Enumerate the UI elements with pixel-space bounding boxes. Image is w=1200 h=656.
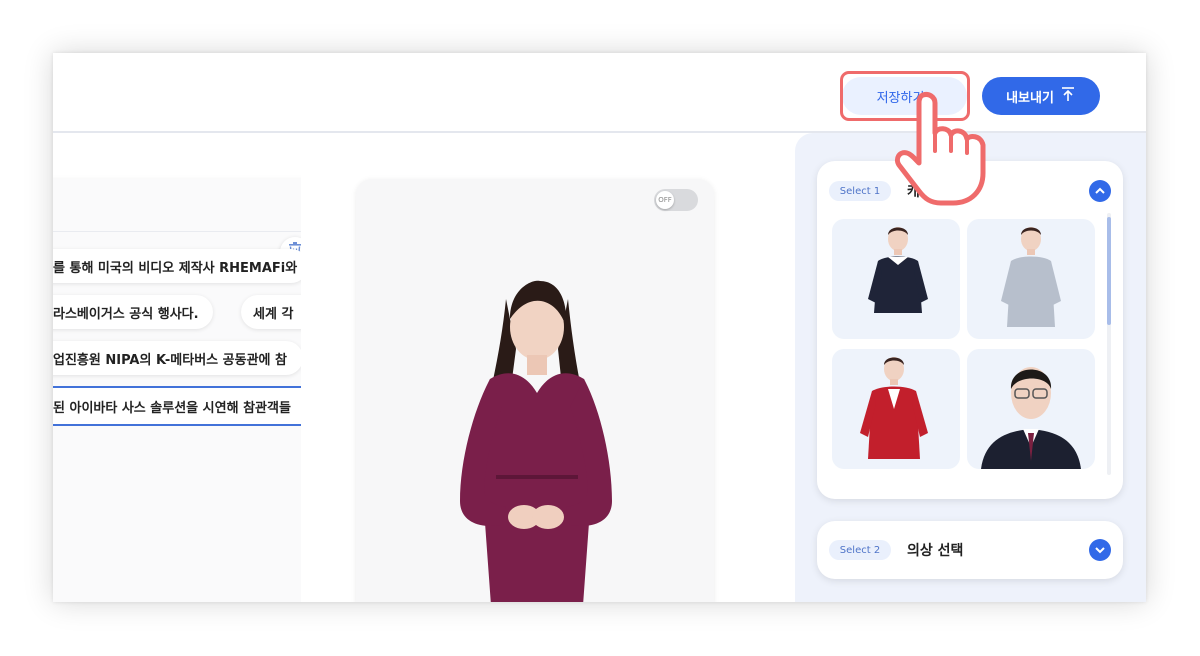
character-image [1001, 227, 1061, 327]
script-line[interactable]: 업진흥원 NIPA의 K-메타버스 공동관에 참 [53, 341, 301, 375]
collapse-button[interactable] [1089, 180, 1111, 202]
select2-badge: Select 2 [829, 540, 891, 560]
script-header-divider [53, 231, 301, 232]
character-image [868, 227, 928, 313]
select2-card[interactable]: Select 2 의상 선택 [817, 521, 1123, 579]
expand-button[interactable] [1089, 539, 1111, 561]
export-button-label: 내보내기 [1006, 90, 1054, 106]
chevron-down-icon [1094, 541, 1106, 560]
character-image [981, 367, 1081, 469]
select1-badge: Select 1 [829, 181, 891, 201]
scrollbar-thumb[interactable] [1107, 217, 1111, 325]
script-line-text: 세계 각 [253, 306, 294, 322]
character-thumb[interactable] [967, 219, 1095, 339]
script-line[interactable]: 를 통해 미국의 비디오 제작사 RHEMAFi와 [53, 249, 301, 283]
chevron-up-icon [1094, 182, 1106, 201]
character-image [860, 357, 928, 459]
script-line[interactable]: 세계 각 [241, 295, 301, 329]
character-thumb[interactable] [832, 349, 960, 469]
pointer-hand-icon [894, 92, 986, 206]
script-line-text: 를 통해 미국의 비디오 제작사 RHEMAFi와 [53, 260, 298, 276]
script-line-selected[interactable]: 된 아이바타 사스 솔루션을 시연해 참관객들 [53, 386, 301, 426]
character-thumb[interactable] [832, 219, 960, 339]
select1-card: Select 1 캐릭 [817, 161, 1123, 499]
select2-title: 의상 선택 [907, 543, 964, 559]
avatar-preview-card: OFF [356, 179, 714, 602]
export-icon [1060, 86, 1076, 106]
script-line[interactable]: 라스베이거스 공식 행사다. [53, 295, 213, 329]
character-thumb[interactable] [967, 349, 1095, 469]
avatar-preview-image [460, 280, 612, 602]
script-line-text: 업진흥원 NIPA의 K-메타버스 공동관에 참 [53, 352, 287, 368]
script-line-text: 라스베이거스 공식 행사다. [53, 306, 199, 322]
script-line-text: 된 아이바타 사스 솔루션을 시연해 참관객들 [53, 400, 291, 416]
app-window: 저장하기 내보내기 를 통해 미국의 비디오 제작사 RHEMAFi와 라스베이… [53, 53, 1146, 602]
